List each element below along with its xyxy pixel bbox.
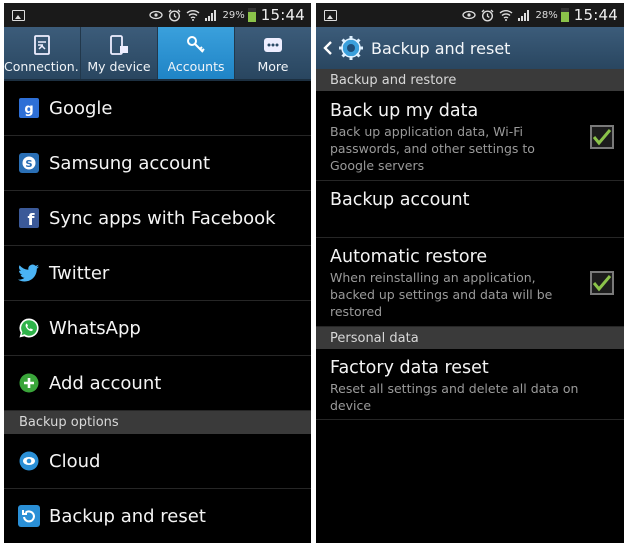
checkmark-icon bbox=[592, 128, 612, 145]
setting-description: When reinstalling an application, backed… bbox=[330, 270, 553, 319]
section-header-backup-restore: Backup and restore bbox=[316, 69, 624, 91]
add-icon bbox=[18, 372, 40, 394]
tab-more[interactable]: More bbox=[235, 27, 311, 79]
alarm-icon bbox=[168, 9, 181, 22]
automatic-restore-checkbox[interactable] bbox=[590, 271, 614, 295]
gallery-icon bbox=[12, 9, 25, 21]
list-item-label: Sync apps with Facebook bbox=[49, 207, 276, 229]
section-header-personal-data: Personal data bbox=[316, 327, 624, 349]
gallery-icon bbox=[324, 9, 337, 21]
eye-icon bbox=[461, 10, 476, 20]
backup-reset-icon bbox=[18, 505, 40, 527]
checkmark-icon bbox=[592, 275, 612, 292]
device-icon bbox=[110, 35, 128, 55]
svg-text:S: S bbox=[25, 159, 32, 170]
list-item-twitter[interactable]: Twitter bbox=[4, 246, 311, 301]
whatsapp-icon bbox=[18, 317, 40, 339]
list-item-google[interactable]: g Google bbox=[4, 81, 311, 136]
setting-title: Factory data reset bbox=[330, 357, 489, 378]
settings-tabs: Connection.. My device Accounts More bbox=[4, 27, 311, 81]
tab-accounts[interactable]: Accounts bbox=[158, 27, 235, 79]
eye-icon bbox=[148, 10, 163, 20]
accounts-list: g Google S Samsung account f Sync apps w… bbox=[4, 81, 311, 411]
list-item-label: Samsung account bbox=[49, 152, 211, 174]
list-item-label: Twitter bbox=[49, 262, 110, 284]
samsung-icon: S bbox=[18, 152, 40, 174]
accounts-screen: 29% 15:44 Connection.. My device Account… bbox=[4, 3, 311, 543]
alarm-icon bbox=[481, 9, 494, 22]
setting-title: Back up my data bbox=[330, 100, 479, 121]
list-item-label: Cloud bbox=[49, 450, 101, 472]
cloud-icon bbox=[18, 450, 40, 472]
setting-title: Backup account bbox=[330, 190, 470, 210]
battery-icon bbox=[560, 8, 569, 22]
key-icon bbox=[187, 36, 205, 53]
setting-back-up-my-data[interactable]: Back up my data Back up application data… bbox=[316, 91, 624, 181]
status-bar: 28% 15:44 bbox=[316, 3, 624, 27]
tab-connections[interactable]: Connection.. bbox=[4, 27, 81, 79]
list-item-backup-and-reset[interactable]: Backup and reset bbox=[4, 489, 311, 543]
google-icon: g bbox=[18, 97, 40, 119]
battery-icon bbox=[247, 8, 256, 22]
tab-more-label: More bbox=[257, 59, 289, 74]
setting-description: Back up application data, Wi-Fi password… bbox=[330, 123, 535, 173]
backup-list: Cloud Backup and reset bbox=[4, 434, 311, 543]
backup-reset-screen: 28% 15:44 Backup and reset Backup and re… bbox=[316, 3, 624, 543]
page-title: Backup and reset bbox=[371, 38, 511, 58]
list-item-label: WhatsApp bbox=[49, 317, 141, 339]
list-item-samsung-account[interactable]: S Samsung account bbox=[4, 136, 311, 191]
list-item-whatsapp[interactable]: WhatsApp bbox=[4, 301, 311, 356]
list-item-label: Google bbox=[49, 97, 113, 119]
signal-icon bbox=[204, 10, 216, 21]
list-item-label: Add account bbox=[49, 372, 162, 394]
tab-my-device-label: My device bbox=[87, 59, 151, 74]
backup-options-header: Backup options bbox=[4, 411, 311, 434]
signal-icon bbox=[517, 10, 529, 21]
back-up-my-data-checkbox[interactable] bbox=[590, 124, 614, 149]
list-item-add-account[interactable]: Add account bbox=[4, 356, 311, 411]
battery-percent: 28% bbox=[535, 9, 558, 21]
action-bar: Backup and reset bbox=[316, 27, 624, 69]
setting-title: Automatic restore bbox=[330, 247, 488, 267]
back-chevron-icon[interactable] bbox=[322, 40, 334, 56]
svg-text:f: f bbox=[28, 210, 36, 228]
setting-backup-account[interactable]: Backup account bbox=[316, 181, 624, 238]
more-icon bbox=[264, 38, 282, 52]
battery-percent: 29% bbox=[222, 9, 245, 21]
tab-connections-label: Connection.. bbox=[4, 59, 80, 74]
svg-text:g: g bbox=[24, 102, 33, 117]
facebook-icon: f bbox=[18, 207, 40, 229]
list-item-label: Backup and reset bbox=[49, 505, 206, 527]
list-item-cloud[interactable]: Cloud bbox=[4, 434, 311, 489]
connections-icon bbox=[34, 35, 50, 55]
list-item-facebook[interactable]: f Sync apps with Facebook bbox=[4, 191, 311, 246]
gear-icon bbox=[339, 36, 363, 60]
tab-my-device[interactable]: My device bbox=[81, 27, 158, 79]
twitter-icon bbox=[18, 262, 40, 284]
clock: 15:44 bbox=[260, 6, 305, 24]
setting-automatic-restore[interactable]: Automatic restore When reinstalling an a… bbox=[316, 238, 624, 327]
setting-description: Reset all settings and delete all data o… bbox=[330, 380, 579, 413]
wifi-icon bbox=[499, 10, 512, 21]
wifi-icon bbox=[186, 10, 199, 21]
clock: 15:44 bbox=[573, 6, 618, 24]
status-bar: 29% 15:44 bbox=[4, 3, 311, 27]
tab-accounts-label: Accounts bbox=[167, 59, 225, 74]
setting-factory-data-reset[interactable]: Factory data reset Reset all settings an… bbox=[316, 349, 624, 420]
